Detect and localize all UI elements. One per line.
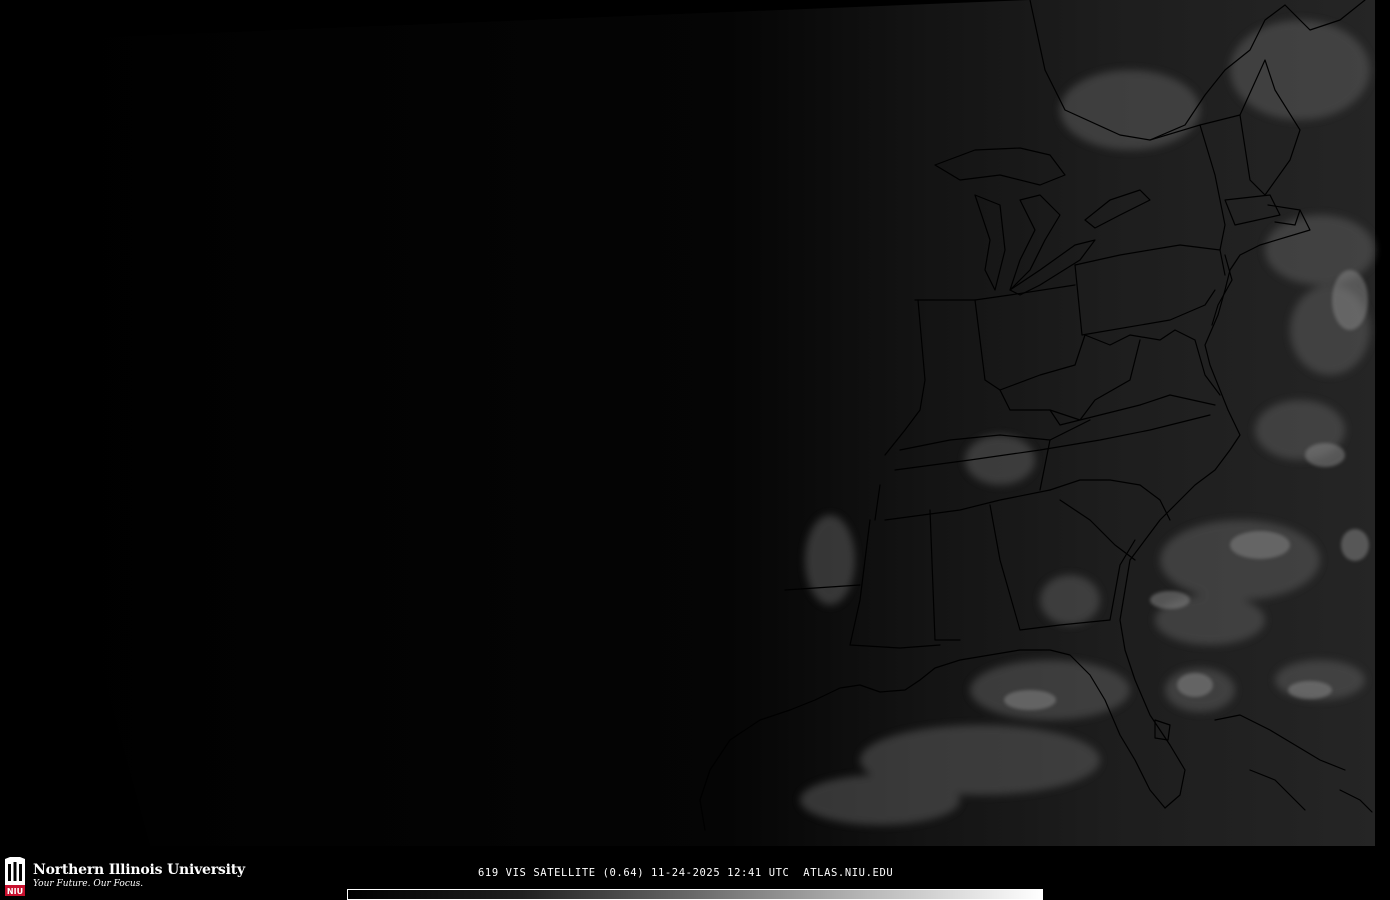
- university-name: Northern Illinois University: [33, 862, 245, 878]
- product-caption: 619 VIS SATELLITE (0.64) 11-24-2025 12:4…: [478, 867, 894, 879]
- niu-logo-icon: NIU: [5, 857, 25, 896]
- svg-text:NIU: NIU: [7, 887, 23, 896]
- brightness-colorbar: [347, 889, 1043, 900]
- university-tagline: Your Future. Our Focus.: [33, 879, 144, 889]
- satellite-map: [30, 0, 1375, 846]
- satellite-image: [0, 0, 1390, 848]
